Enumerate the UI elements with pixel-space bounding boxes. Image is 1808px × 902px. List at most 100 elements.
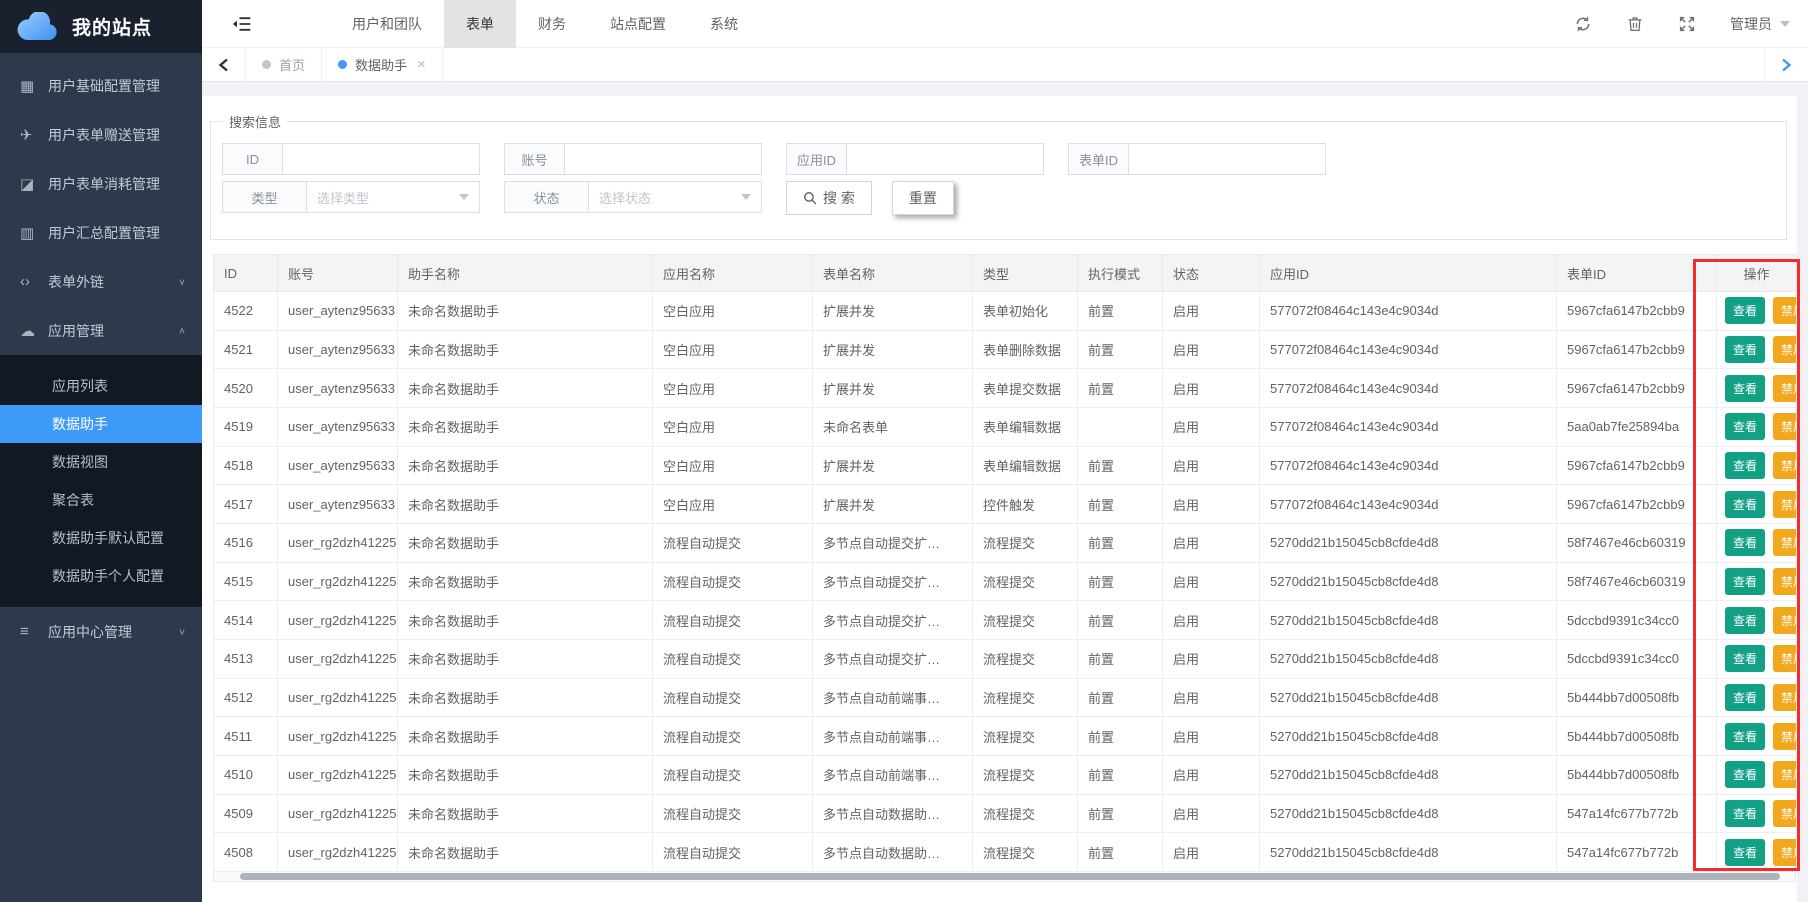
disable-button[interactable]: 禁用 [1773, 297, 1796, 324]
sidebar-item-app-management[interactable]: ☁应用管理∧ [0, 306, 202, 355]
cell-account: user_aytenz95633 [278, 485, 398, 524]
sidebar-item-app-center-management[interactable]: ≡应用中心管理∨ [0, 607, 202, 656]
disable-button[interactable]: 禁用 [1773, 452, 1796, 479]
view-button[interactable]: 查看 [1725, 645, 1765, 672]
nav-menu-finance[interactable]: 财务 [516, 0, 588, 48]
cloud-logo-icon [14, 12, 60, 42]
chevron-down-icon: ∨ [178, 626, 186, 636]
search-input-form-id[interactable] [1129, 144, 1325, 174]
app-root: 我的站点 ▦用户基础配置管理✈用户表单赠送管理◪用户表单消耗管理▥用户汇总配置管… [0, 0, 1808, 902]
sidebar-subitem-assistant-personal-config[interactable]: 数据助手个人配置 [0, 557, 202, 595]
view-button[interactable]: 查看 [1725, 800, 1765, 827]
view-button[interactable]: 查看 [1725, 568, 1765, 595]
trash-icon[interactable] [1626, 15, 1644, 33]
sidebar-subitem-data-assistant[interactable]: 数据助手 [0, 405, 202, 443]
search-select-type[interactable]: 选择类型 [307, 182, 479, 212]
cell-form_name: 多节点自动提交扩… [813, 523, 973, 562]
collapse-sidebar-icon[interactable] [232, 14, 252, 34]
search-select-status[interactable]: 选择状态 [589, 182, 761, 212]
cell-id: 4515 [214, 562, 278, 601]
cell-status: 启用 [1163, 601, 1260, 640]
sidebar-subitem-assistant-default-config[interactable]: 数据助手默认配置 [0, 519, 202, 557]
cell-form_name: 多节点自动提交扩… [813, 639, 973, 678]
table-row: 4510user_rg2dzh41225未命名数据助手流程自动提交多节点自动前端… [214, 755, 1797, 794]
sidebar-item-user-basic-config[interactable]: ▦用户基础配置管理 [0, 61, 202, 110]
tab-home[interactable]: 首页 [246, 48, 322, 81]
refresh-icon[interactable] [1574, 15, 1592, 33]
sidebar-item-user-form-gift[interactable]: ✈用户表单赠送管理 [0, 110, 202, 159]
disable-button[interactable]: 禁用 [1773, 491, 1796, 518]
cell-id: 4511 [214, 717, 278, 756]
cell-id: 4522 [214, 292, 278, 331]
view-button[interactable]: 查看 [1725, 761, 1765, 788]
view-button[interactable]: 查看 [1725, 723, 1765, 750]
admin-dropdown[interactable]: 管理员 [1730, 14, 1790, 34]
horizontal-scrollbar[interactable] [213, 872, 1796, 882]
search-input-account[interactable] [565, 144, 761, 174]
close-icon[interactable]: × [417, 57, 426, 72]
nav-menu-users-teams[interactable]: 用户和团队 [330, 0, 444, 48]
search-input-id[interactable] [283, 144, 479, 174]
sidebar-subitem-app-list[interactable]: 应用列表 [0, 367, 202, 405]
view-button[interactable]: 查看 [1725, 529, 1765, 556]
disable-button[interactable]: 禁用 [1773, 607, 1796, 634]
search-panel: 搜索信息 ID账号应用ID表单ID 类型选择类型状态选择状态搜 索重置 [210, 112, 1787, 240]
table-row: 4515user_rg2dzh41225未命名数据助手流程自动提交多节点自动提交… [214, 562, 1797, 601]
fullscreen-icon[interactable] [1678, 15, 1696, 33]
cell-id: 4509 [214, 794, 278, 833]
cell-account: user_rg2dzh41225 [278, 755, 398, 794]
cell-status: 启用 [1163, 292, 1260, 331]
content-panel: 搜索信息 ID账号应用ID表单ID 类型选择类型状态选择状态搜 索重置 ID账号… [202, 96, 1797, 902]
view-button[interactable]: 查看 [1725, 375, 1765, 402]
disable-button[interactable]: 禁用 [1773, 413, 1796, 440]
view-button[interactable]: 查看 [1725, 452, 1765, 479]
sidebar-subitem-data-view[interactable]: 数据视图 [0, 443, 202, 481]
disable-button[interactable]: 禁用 [1773, 761, 1796, 788]
tab-data-assistant[interactable]: 数据助手× [322, 48, 443, 81]
sidebar-subitem-aggregate-table[interactable]: 聚合表 [0, 481, 202, 519]
sidebar-item-user-form-consume[interactable]: ◪用户表单消耗管理 [0, 159, 202, 208]
disable-button[interactable]: 禁用 [1773, 336, 1796, 363]
view-button[interactable]: 查看 [1725, 684, 1765, 711]
sidebar-item-form-external-link[interactable]: ‹›表单外链∨ [0, 257, 202, 306]
cell-form_name: 多节点自动提交扩… [813, 601, 973, 640]
cell-status: 启用 [1163, 794, 1260, 833]
tabs-scroll-right-button[interactable] [1764, 48, 1808, 81]
nav-menu-system[interactable]: 系统 [688, 0, 760, 48]
cell-type: 流程提交 [973, 678, 1078, 717]
disable-button[interactable]: 禁用 [1773, 684, 1796, 711]
disable-button[interactable]: 禁用 [1773, 723, 1796, 750]
table-row: 4518user_aytenz95633未命名数据助手空白应用扩展并发表单编辑数… [214, 446, 1797, 485]
reset-button[interactable]: 重置 [892, 181, 954, 215]
cell-exec_mode: 前置 [1078, 717, 1163, 756]
view-button[interactable]: 查看 [1725, 413, 1765, 440]
cell-assistant_name: 未命名数据助手 [398, 407, 653, 446]
sidebar-item-user-summary-config[interactable]: ▥用户汇总配置管理 [0, 208, 202, 257]
disable-button[interactable]: 禁用 [1773, 800, 1796, 827]
nav-menu-site-config[interactable]: 站点配置 [588, 0, 688, 48]
nav-menu-forms[interactable]: 表单 [444, 0, 516, 48]
view-button[interactable]: 查看 [1725, 297, 1765, 324]
disable-button[interactable]: 禁用 [1773, 645, 1796, 672]
disable-button[interactable]: 禁用 [1773, 529, 1796, 556]
table-row: 4519user_aytenz95633未命名数据助手空白应用未命名表单表单编辑… [214, 407, 1797, 446]
scrollbar-thumb[interactable] [240, 873, 1780, 880]
disable-button[interactable]: 禁用 [1773, 375, 1796, 402]
tabs-scroll-left-button[interactable] [202, 48, 246, 81]
view-button[interactable]: 查看 [1725, 336, 1765, 363]
cell-type: 流程提交 [973, 601, 1078, 640]
disable-button[interactable]: 禁用 [1773, 839, 1796, 866]
view-button[interactable]: 查看 [1725, 839, 1765, 866]
search-input-app-id[interactable] [847, 144, 1043, 174]
table-header-row: ID账号助手名称应用名称表单名称类型执行模式状态应用ID表单ID操作 [214, 255, 1797, 292]
cell-app_name: 流程自动提交 [653, 717, 813, 756]
logo[interactable]: 我的站点 [0, 0, 202, 53]
cell-app_name: 空白应用 [653, 330, 813, 369]
open-tabs: 首页数据助手× [246, 48, 443, 81]
view-button[interactable]: 查看 [1725, 607, 1765, 634]
view-button[interactable]: 查看 [1725, 491, 1765, 518]
search-button[interactable]: 搜 索 [786, 181, 872, 215]
cell-exec_mode: 前置 [1078, 330, 1163, 369]
cell-form_id: 5aa0ab7fe25894ba [1557, 407, 1717, 446]
disable-button[interactable]: 禁用 [1773, 568, 1796, 595]
